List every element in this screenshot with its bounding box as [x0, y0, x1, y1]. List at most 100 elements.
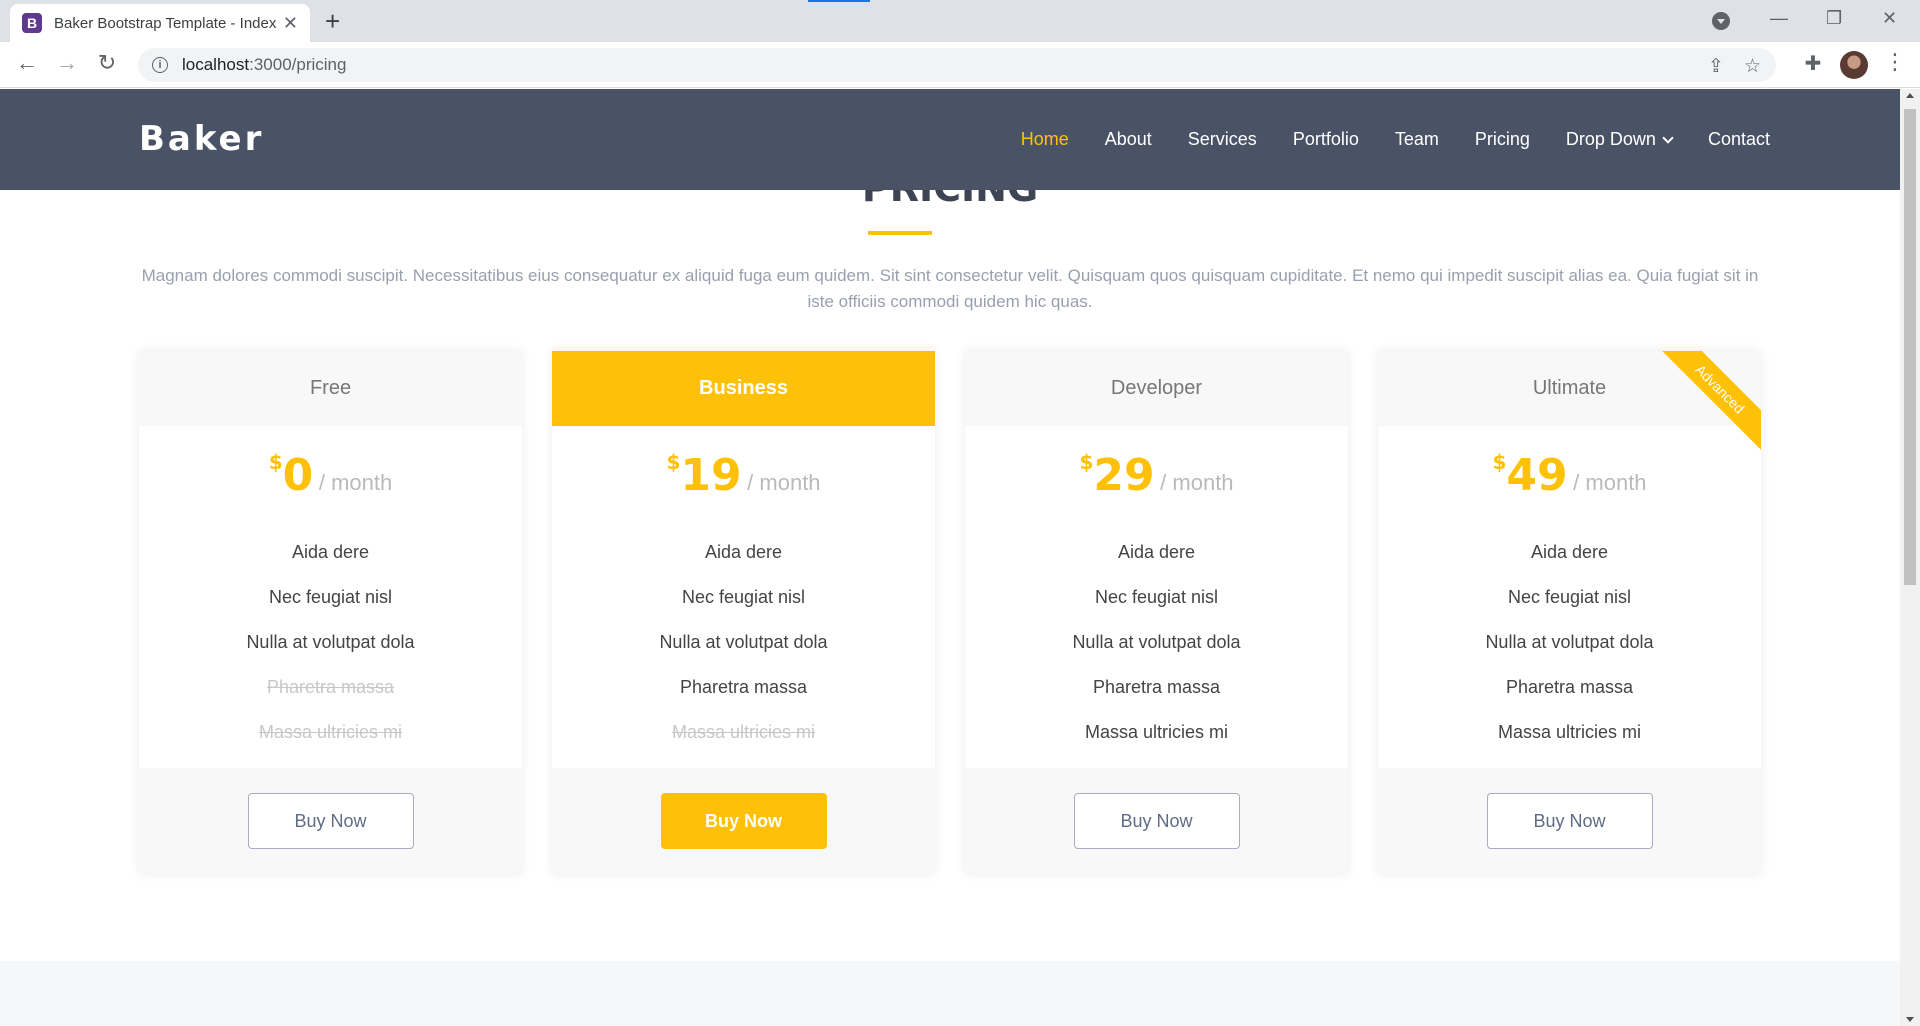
scrollbar-thumb[interactable]: [1904, 109, 1916, 585]
price-period: / month: [318, 470, 393, 495]
profile-avatar[interactable]: [1840, 51, 1868, 79]
back-icon[interactable]: ←: [12, 50, 42, 76]
tab-title: Baker Bootstrap Template - Index: [54, 14, 277, 32]
feature-item: Nec feugiat nisl: [1094, 587, 1219, 607]
plan-footer: Buy Now: [965, 768, 1348, 874]
plan-footer: Buy Now: [552, 768, 935, 874]
feature-item: Nulla at volutpat dola: [1485, 632, 1654, 652]
feature-item: Massa ultricies mi: [1497, 722, 1642, 742]
plan-card-free: Free $0 / month Aida dere Nec feugiat ni…: [139, 351, 522, 874]
price-amount: 29: [1093, 450, 1155, 501]
feature-list: Aida dere Nec feugiat nisl Nulla at volu…: [965, 530, 1348, 755]
plan-footer: Buy Now: [1378, 768, 1761, 874]
minimize-icon[interactable]: —: [1770, 8, 1788, 29]
nav-home[interactable]: Home: [1021, 129, 1069, 150]
new-tab-button[interactable]: +: [325, 8, 340, 34]
currency-symbol: $: [268, 450, 283, 474]
plan-name: Developer: [965, 351, 1348, 426]
nav-team[interactable]: Team: [1395, 129, 1439, 150]
browser-menu-icon[interactable]: ⋮: [1880, 49, 1910, 75]
close-window-icon[interactable]: ✕: [1882, 8, 1897, 29]
feature-item: Nulla at volutpat dola: [246, 632, 415, 652]
plan-card-developer: Developer $29 / month Aida dere Nec feug…: [965, 351, 1348, 874]
plan-price: $19 / month: [552, 450, 935, 506]
feature-item: Nec feugiat nisl: [268, 587, 393, 607]
feature-item: Pharetra massa: [1092, 677, 1221, 697]
price-period: / month: [1573, 470, 1647, 495]
currency-symbol: $: [1079, 450, 1094, 474]
bookmark-star-icon[interactable]: ☆: [1744, 55, 1761, 78]
price-period: / month: [1160, 470, 1234, 495]
plan-price: $0 / month: [139, 450, 522, 506]
buy-now-button[interactable]: Buy Now: [660, 793, 827, 849]
url-text[interactable]: localhost:3000/pricing: [182, 55, 346, 75]
address-bar[interactable]: i localhost:3000/pricing ⇪ ☆: [138, 48, 1776, 82]
plan-name: Business: [552, 351, 935, 426]
close-tab-icon[interactable]: ✕: [283, 13, 298, 34]
title-underline: [868, 231, 932, 235]
nav-dropdown-label: Drop Down: [1565, 129, 1656, 149]
feature-item: Aida dere: [1117, 542, 1196, 562]
extensions-puzzle-icon[interactable]: ✚: [1798, 51, 1828, 76]
plan-card-business: Business $19 / month Aida dere Nec feugi…: [552, 351, 935, 874]
forward-icon[interactable]: →: [52, 50, 82, 76]
pricing-plans: Free $0 / month Aida dere Nec feugiat ni…: [139, 351, 1761, 874]
price-period: / month: [747, 470, 821, 495]
reload-icon[interactable]: ↻: [92, 50, 122, 76]
page-scrollbar[interactable]: [1900, 89, 1920, 1026]
currency-symbol: $: [1492, 450, 1507, 474]
browser-tab[interactable]: B Baker Bootstrap Template - Index ✕: [10, 4, 310, 42]
site-header: Baker Home About Services Portfolio Team…: [0, 89, 1900, 190]
plan-footer: Buy Now: [139, 768, 522, 874]
nav-pricing[interactable]: Pricing: [1475, 129, 1530, 150]
feature-item: Massa ultricies mi: [1084, 722, 1229, 742]
price-amount: 0: [282, 450, 314, 501]
nav-about[interactable]: About: [1105, 129, 1152, 150]
next-section-preview: [0, 961, 1900, 1026]
feature-list: Aida dere Nec feugiat nisl Nulla at volu…: [552, 530, 935, 755]
scroll-down-icon[interactable]: [1906, 1017, 1914, 1022]
feature-item: Pharetra massa: [679, 677, 808, 697]
feature-item: Nec feugiat nisl: [1507, 587, 1632, 607]
feature-item-unavailable: Massa ultricies mi: [671, 722, 816, 742]
nav-dropdown[interactable]: Drop Down: [1565, 129, 1674, 150]
plan-price: $49 / month: [1378, 450, 1761, 506]
currency-symbol: $: [666, 450, 681, 474]
plan-card-ultimate: Ultimate Advanced $49 / month Aida dere …: [1378, 351, 1761, 874]
share-icon[interactable]: ⇪: [1708, 55, 1724, 78]
price-amount: 19: [680, 450, 742, 501]
buy-now-button[interactable]: Buy Now: [1073, 793, 1240, 849]
buy-now-button[interactable]: Buy Now: [247, 793, 414, 849]
price-amount: 49: [1506, 450, 1568, 501]
feature-item: Aida dere: [1530, 542, 1609, 562]
feature-item: Nulla at volutpat dola: [659, 632, 828, 652]
feature-item-unavailable: Pharetra massa: [266, 677, 395, 697]
feature-list: Aida dere Nec feugiat nisl Nulla at volu…: [139, 530, 522, 755]
feature-item: Pharetra massa: [1505, 677, 1634, 697]
tab-search-icon[interactable]: [1712, 12, 1730, 30]
feature-item: Aida dere: [704, 542, 783, 562]
page-viewport: PRICING Magnam dolores commodi suscipit.…: [0, 89, 1900, 1026]
nav-portfolio[interactable]: Portfolio: [1293, 129, 1359, 150]
feature-item: Nulla at volutpat dola: [1072, 632, 1241, 652]
main-nav: Home About Services Portfolio Team Prici…: [985, 129, 1770, 150]
bootstrap-favicon-icon: B: [22, 13, 42, 33]
nav-contact[interactable]: Contact: [1708, 129, 1770, 150]
plan-name: Free: [139, 351, 522, 426]
scroll-up-icon[interactable]: [1906, 93, 1914, 98]
feature-item: Nec feugiat nisl: [681, 587, 806, 607]
restore-icon[interactable]: ❐: [1826, 8, 1842, 29]
browser-toolbar: ← → ↻ i localhost:3000/pricing ⇪ ☆ ✚ ⋮: [0, 42, 1920, 88]
section-intro: Magnam dolores commodi suscipit. Necessi…: [141, 266, 1759, 311]
feature-list: Aida dere Nec feugiat nisl Nulla at volu…: [1378, 530, 1761, 755]
buy-now-button[interactable]: Buy Now: [1486, 793, 1653, 849]
plan-price: $29 / month: [965, 450, 1348, 506]
chevron-down-icon: [1662, 131, 1674, 144]
tab-drag-indicator: [808, 0, 870, 2]
nav-services[interactable]: Services: [1188, 129, 1257, 150]
feature-item-unavailable: Massa ultricies mi: [258, 722, 403, 742]
site-info-icon[interactable]: i: [152, 57, 168, 73]
feature-item: Aida dere: [291, 542, 370, 562]
browser-tab-bar: B Baker Bootstrap Template - Index ✕ + —…: [0, 0, 1920, 42]
site-logo[interactable]: Baker: [139, 119, 264, 159]
